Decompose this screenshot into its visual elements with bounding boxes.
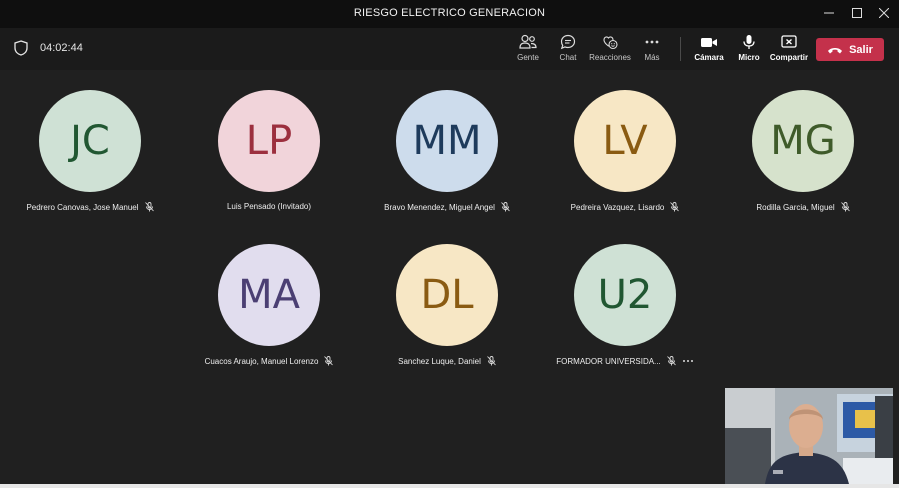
window-title: RIESGO ELECTRICO GENERACION [353, 7, 546, 19]
mic-muted-icon [487, 356, 496, 366]
avatar: JC [39, 90, 141, 192]
chat-label: Chat [559, 53, 577, 62]
mic-muted-icon [670, 202, 680, 212]
reactions-button[interactable]: Reacciones [588, 34, 632, 62]
share-label: Compartir [769, 53, 809, 62]
participant-name-row: Luis Pensado (Invitado) [184, 202, 354, 211]
avatar: LV [574, 90, 676, 192]
participant-name: Rodilla Garcia, Miguel [756, 202, 835, 212]
maximize-button[interactable] [846, 4, 868, 22]
title-bar: RIESGO ELECTRICO GENERACION [0, 0, 899, 28]
mic-label: Micro [738, 53, 760, 62]
reactions-icon [603, 36, 618, 50]
more-icon [645, 40, 659, 44]
participant-name-row: Pedreira Vazquez, Lisardo [540, 202, 710, 212]
avatar: DL [396, 244, 498, 346]
participant-name: FORMADOR UNIVERSIDA... [556, 356, 661, 366]
toolbar-divider [680, 37, 681, 61]
participant-name: Cuacos Araujo, Manuel Lorenzo [204, 356, 319, 366]
window-bottom-edge [0, 484, 899, 488]
reactions-label: Reacciones [589, 53, 631, 62]
avatar: MA [218, 244, 320, 346]
avatar: U2 [574, 244, 676, 346]
mic-muted-icon [501, 202, 510, 212]
participant-name: Luis Pensado (Invitado) [226, 202, 312, 211]
participant-tile[interactable]: U2 FORMADOR UNIVERSIDA... [540, 244, 710, 366]
minimize-icon [824, 12, 834, 14]
people-button[interactable]: Gente [506, 34, 550, 62]
shield-icon[interactable] [14, 40, 28, 56]
participant-name-row: FORMADOR UNIVERSIDA... [540, 356, 710, 366]
hang-up-icon [828, 47, 843, 53]
participant-name-row: Bravo Menendez, Miguel Angel [362, 202, 532, 212]
meeting-toolbar: 04:02:44 Gente Chat Reacciones Más Cámar… [0, 28, 899, 70]
participant-tile[interactable]: MM Bravo Menendez, Miguel Angel [362, 90, 532, 212]
participant-name-row: Cuacos Araujo, Manuel Lorenzo [184, 356, 354, 366]
camera-button[interactable]: Cámara [687, 34, 731, 62]
chat-button[interactable]: Chat [546, 34, 590, 62]
mic-muted-icon [144, 202, 154, 212]
maximize-icon [852, 8, 862, 18]
microphone-icon [743, 35, 755, 49]
minimize-button[interactable] [818, 4, 840, 22]
self-view-image [725, 388, 893, 484]
participant-name-row: Pedrero Canovas, Jose Manuel [5, 202, 175, 212]
people-label: Gente [517, 53, 539, 62]
avatar: LP [218, 90, 320, 192]
chat-icon [560, 34, 576, 50]
camera-icon [701, 38, 717, 47]
participant-tile[interactable]: LP Luis Pensado (Invitado) [184, 90, 354, 211]
avatar: MG [752, 90, 854, 192]
participant-name: Sanchez Luque, Daniel [398, 356, 481, 366]
more-button[interactable]: Más [630, 34, 674, 62]
participant-name: Bravo Menendez, Miguel Angel [384, 202, 495, 212]
self-view-video[interactable] [725, 388, 893, 484]
participant-tile[interactable]: MA Cuacos Araujo, Manuel Lorenzo [184, 244, 354, 366]
participant-tile[interactable]: LV Pedreira Vazquez, Lisardo [540, 90, 710, 212]
leave-button[interactable]: Salir [816, 38, 884, 61]
people-icon [519, 34, 537, 49]
participant-tile[interactable]: DL Sanchez Luque, Daniel [362, 244, 532, 366]
mic-muted-icon [840, 202, 850, 212]
participant-tile[interactable]: JC Pedrero Canovas, Jose Manuel [5, 90, 175, 212]
participant-tile[interactable]: MG Rodilla Garcia, Miguel [718, 90, 888, 212]
meeting-timer: 04:02:44 [40, 42, 83, 54]
mic-muted-icon [666, 356, 676, 366]
participant-name-row: Sanchez Luque, Daniel [362, 356, 532, 366]
avatar: MM [396, 90, 498, 192]
meeting-info: 04:02:44 [14, 40, 83, 56]
share-button[interactable]: Compartir [767, 34, 811, 62]
participant-name: Pedreira Vazquez, Lisardo [570, 202, 665, 212]
mic-button[interactable]: Micro [727, 34, 771, 62]
share-screen-icon [781, 35, 797, 48]
participant-name-row: Rodilla Garcia, Miguel [718, 202, 888, 212]
more-label: Más [644, 53, 660, 62]
more-options-icon[interactable] [682, 359, 694, 363]
close-button[interactable] [873, 4, 895, 22]
camera-label: Cámara [694, 53, 724, 62]
mic-muted-icon [324, 356, 334, 366]
participant-name: Pedrero Canovas, Jose Manuel [26, 202, 139, 212]
leave-label: Salir [849, 43, 873, 56]
close-icon [879, 8, 889, 18]
